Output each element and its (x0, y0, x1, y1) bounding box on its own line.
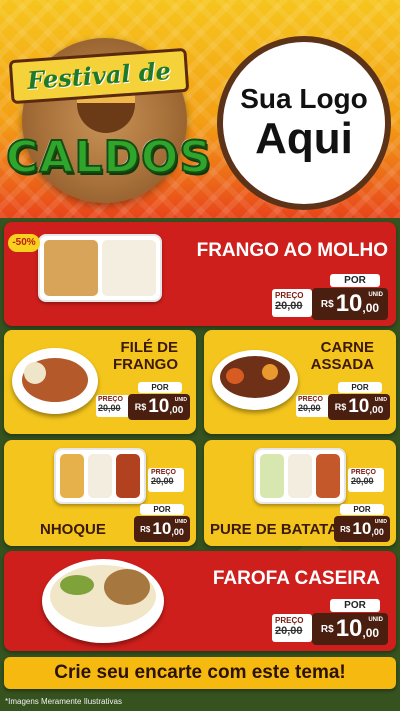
old-price-box: PREÇO 20,00 (348, 468, 384, 492)
price-cents: ,00 (362, 301, 380, 315)
price-cents: ,00 (369, 404, 384, 416)
old-price: 20,00 (275, 300, 303, 312)
currency-symbol: R$ (340, 524, 351, 534)
disclaimer-text: *Imagens Meramente Ilustrativas (5, 697, 122, 706)
logo-placeholder[interactable]: Sua Logo Aqui (217, 36, 391, 210)
por-label: POR (140, 504, 184, 515)
product-card-pure-de-batata[interactable]: PREÇO 20,00 PURE DE BATATA POR R$ 10 ,00… (204, 440, 396, 546)
old-price: 20,00 (298, 403, 321, 413)
unid-label: UNID (368, 292, 383, 298)
unid-label: UNID (368, 617, 383, 623)
price-integer: 10 (352, 519, 372, 538)
header-banner: Festival de CALDOS Sua Logo Aqui (0, 0, 400, 218)
old-price: 20,00 (151, 476, 174, 486)
unid-label: UNID (174, 397, 187, 403)
currency-symbol: R$ (134, 402, 147, 412)
product-card-farofa-caseira[interactable]: FAROFA CASEIRA POR PREÇO 20,00 R$ 10 ,00… (4, 551, 396, 651)
old-price-tag: PREÇO 20,00 (148, 468, 184, 494)
food-plate-image (212, 350, 298, 410)
unid-label: UNID (374, 397, 387, 403)
price-tag: POR R$ 10 ,00 UNID (134, 504, 192, 544)
por-label: POR (338, 382, 382, 393)
currency-symbol: R$ (334, 402, 347, 412)
product-card-nhoque[interactable]: PREÇO 20,00 NHOQUE POR R$ 10 ,00 UNID (4, 440, 196, 546)
old-price: 20,00 (351, 476, 374, 486)
por-label: POR (330, 274, 380, 287)
preco-label: PREÇO (298, 396, 323, 403)
preco-label: PREÇO (275, 291, 304, 300)
price-integer: 10 (335, 615, 363, 642)
price-tag: POR PREÇO 20,00 R$ 10 ,00 UNID (296, 382, 392, 422)
por-label: POR (138, 382, 182, 393)
price-integer: 10 (335, 290, 363, 317)
unid-label: UNID (374, 519, 387, 525)
price-integer: 10 (348, 396, 370, 417)
currency-symbol: R$ (320, 623, 334, 635)
preco-label: PREÇO (351, 469, 376, 476)
current-price: R$ 10 ,00 UNID (312, 613, 388, 645)
price-tag: POR PREÇO 20,00 R$ 10 ,00 UNID (272, 599, 390, 647)
cta-banner[interactable]: Crie seu encarte com este tema! (4, 657, 396, 689)
old-price-box: PREÇO 20,00 (272, 289, 312, 317)
old-price-box: PREÇO 20,00 (272, 614, 312, 642)
price-integer: 10 (152, 519, 172, 538)
food-tray-image (38, 234, 162, 302)
old-price-box: PREÇO 20,00 (96, 395, 130, 417)
logo-text-line2: Aqui (255, 114, 353, 163)
currency-symbol: R$ (140, 524, 151, 534)
price-cents: ,00 (171, 527, 184, 537)
price-tag: POR PREÇO 20,00 R$ 10 ,00 UNID (96, 382, 192, 422)
product-card-file-de-frango[interactable]: FILÉ DE FRANGO POR PREÇO 20,00 R$ 10 ,00… (4, 330, 196, 434)
price-cents: ,00 (362, 626, 380, 640)
product-card-carne-assada[interactable]: CARNE ASSADA POR PREÇO 20,00 R$ 10 ,00 U… (204, 330, 396, 434)
food-tray-image (254, 448, 346, 504)
preco-label: PREÇO (151, 469, 176, 476)
product-card-frango-ao-molho[interactable]: FRANGO AO MOLHO POR PREÇO 20,00 R$ 10 ,0… (4, 222, 396, 326)
por-label: POR (340, 504, 384, 515)
current-price: R$ 10 ,00 UNID (334, 516, 390, 542)
price-integer: 10 (148, 396, 170, 417)
food-tray-image (54, 448, 146, 504)
unid-label: UNID (174, 519, 187, 525)
price-cents: ,00 (371, 527, 384, 537)
current-price: R$ 10 ,00 UNID (128, 394, 190, 420)
dish-name-line2: ASSADA (310, 356, 374, 373)
current-price: R$ 10 ,00 UNID (328, 394, 390, 420)
price-tag: POR PREÇO 20,00 R$ 10 ,00 UNID (272, 274, 390, 322)
currency-symbol: R$ (320, 298, 334, 310)
discount-badge: -50% (8, 234, 40, 252)
current-price: R$ 10 ,00 UNID (134, 516, 190, 542)
preco-label: PREÇO (275, 616, 304, 625)
food-plate-image (42, 559, 164, 643)
caldos-title: CALDOS (5, 131, 212, 184)
dish-name: PURE DE BATATA (210, 521, 339, 538)
por-label: POR (330, 599, 380, 612)
dish-name: FAROFA CASEIRA (212, 568, 380, 589)
dish-name: FRANGO AO MOLHO (196, 240, 388, 261)
price-tag: POR R$ 10 ,00 UNID (334, 504, 392, 544)
price-cents: ,00 (169, 404, 184, 416)
dish-name-line2: FRANGO (113, 356, 178, 373)
old-price: 20,00 (275, 625, 303, 637)
preco-label: PREÇO (98, 396, 123, 403)
soup-bowl-icon (77, 93, 135, 133)
old-price-box: PREÇO 20,00 (148, 468, 184, 492)
dish-name: NHOQUE (40, 521, 106, 538)
old-price: 20,00 (98, 403, 121, 413)
current-price: R$ 10 ,00 UNID (312, 288, 388, 320)
food-plate-image (12, 348, 98, 414)
logo-text-line1: Sua Logo (240, 83, 368, 114)
old-price-tag: PREÇO 20,00 (348, 468, 384, 494)
old-price-box: PREÇO 20,00 (296, 395, 330, 417)
